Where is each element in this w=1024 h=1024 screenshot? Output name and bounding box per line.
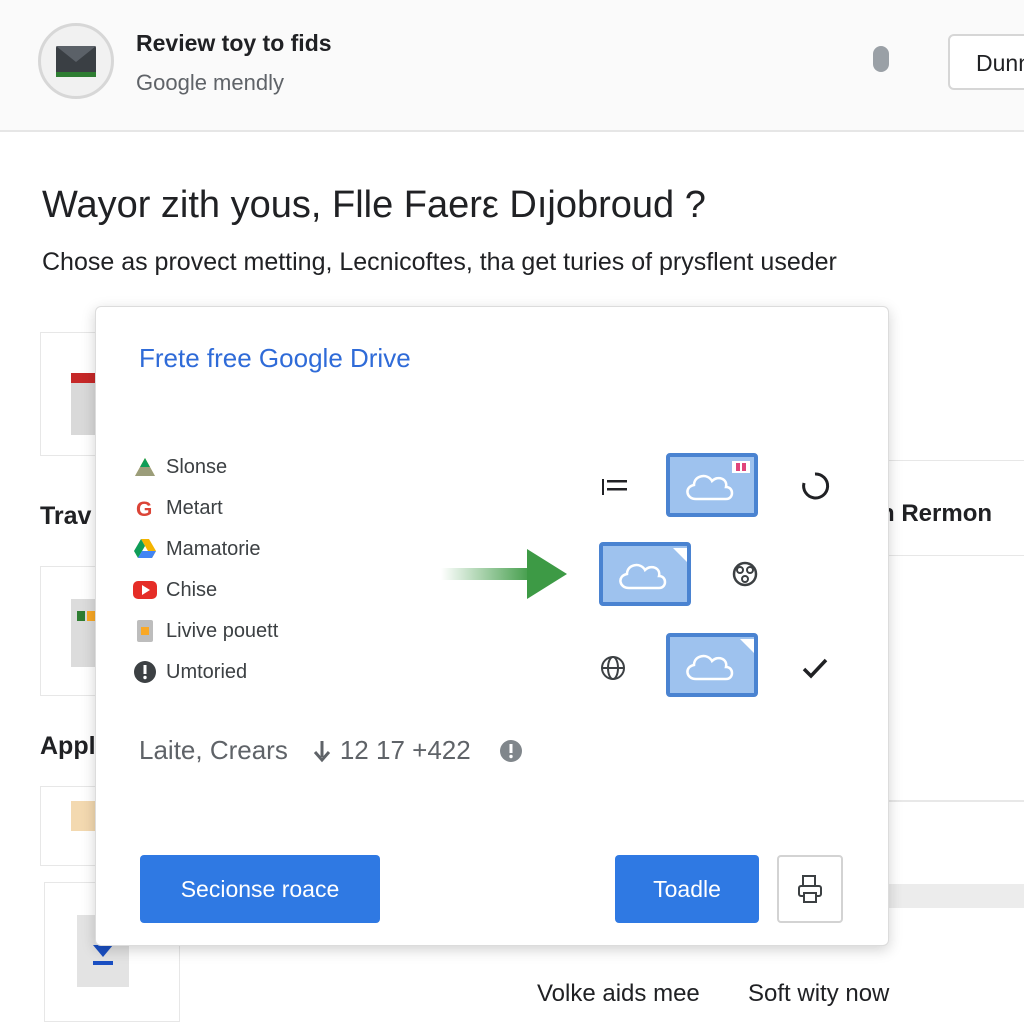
cloud-icon (619, 548, 687, 590)
drive-logo-icon (132, 536, 158, 562)
settings-cluster-icon[interactable] (728, 557, 762, 591)
service-label: Umtoried (166, 660, 248, 683)
primary-action-button[interactable]: Secionse roace (140, 855, 380, 923)
service-item-chise[interactable]: Chise (132, 576, 217, 604)
checkmark-icon[interactable] (798, 651, 832, 685)
header-title: Review toy to fids (136, 30, 332, 56)
service-label: Slonse (166, 455, 228, 478)
cloud-icon (686, 639, 754, 681)
printer-icon (798, 875, 822, 903)
footer-text-right: Soft wity now (748, 980, 890, 1007)
app-avatar[interactable] (38, 23, 114, 99)
service-item-umtoried[interactable]: Umtoried (132, 658, 247, 686)
service-label: Mamatorie (166, 537, 261, 560)
service-label: Metart (166, 496, 223, 519)
print-button[interactable] (777, 855, 843, 923)
service-item-slonse[interactable]: Slonse (132, 453, 227, 481)
service-item-metart[interactable]: G Metart (132, 494, 223, 522)
list-icon[interactable] (598, 471, 632, 505)
drive-triangle-icon (132, 454, 158, 480)
background-scroll-track (888, 884, 1024, 908)
file-icon (132, 618, 158, 644)
drive-dialog: Frete free Google Drive Slonse G Metart … (95, 306, 889, 946)
svg-text:G: G (136, 498, 152, 519)
background-label-trav: Trav (40, 502, 92, 530)
page-heading: Wayor zith yous, Flle Faerε Dıjobroud ? (42, 184, 706, 226)
info-icon[interactable] (499, 739, 523, 763)
service-item-mamatorie[interactable]: Mamatorie (132, 535, 260, 563)
background-label-appl: Appl (40, 732, 96, 760)
arrow-down-icon (313, 740, 330, 762)
header-subtitle: Google mendly (136, 70, 284, 95)
service-label: Chise (166, 578, 218, 601)
refresh-icon[interactable] (798, 469, 832, 503)
background-divider (888, 800, 1024, 802)
meta-row: Laite, Crears 12 17 +422 (139, 735, 523, 766)
background-label-rermon: n Rermon (880, 500, 993, 527)
transfer-arrow-icon (441, 549, 567, 599)
youtube-icon (132, 577, 158, 603)
app-header: Review toy to fids Google mendly Dunn (0, 0, 1024, 132)
envelope-icon (56, 46, 96, 77)
dialog-title: Frete free Google Drive (139, 343, 411, 373)
info-circle-icon (132, 659, 158, 685)
globe-icon[interactable] (596, 651, 630, 685)
microphone-icon[interactable] (870, 44, 892, 78)
cloud-icon (686, 461, 750, 501)
cloud-card-1[interactable] (666, 453, 758, 517)
service-label: Livive pouett (166, 619, 279, 642)
google-g-icon: G (132, 495, 158, 521)
meta-label: Laite, Crears (139, 735, 288, 765)
service-item-livive[interactable]: Livive pouett (132, 617, 278, 645)
header-action-button[interactable]: Dunn (948, 34, 1024, 90)
secondary-action-button[interactable]: Toadle (615, 855, 759, 923)
footer-text-left: Volke aids mee (537, 980, 700, 1007)
cloud-card-3[interactable] (666, 633, 758, 697)
meta-count: 12 17 +422 (339, 735, 471, 765)
cloud-card-2[interactable] (599, 542, 691, 606)
page-subheading: Chose as provect metting, Lecnicoftes, t… (42, 248, 837, 276)
